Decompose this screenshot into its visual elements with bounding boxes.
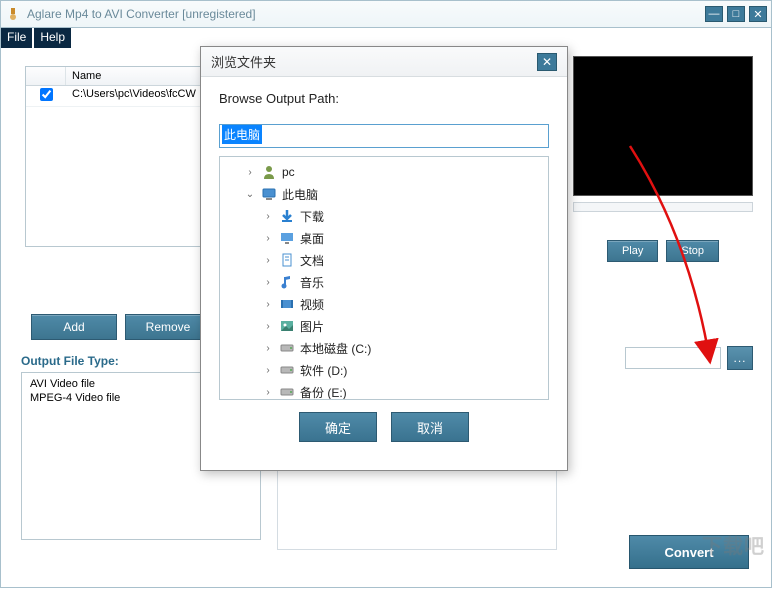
tree-node-label: 备份 (E:) — [300, 384, 347, 401]
tree-node[interactable]: › 下载 — [222, 205, 546, 227]
remove-button[interactable]: Remove — [125, 314, 211, 340]
dialog-path-input[interactable]: 此电脑 — [219, 124, 549, 148]
preview-seek-bar[interactable] — [573, 202, 753, 212]
tree-node[interactable]: › 音乐 — [222, 271, 546, 293]
tree-node-label: 下载 — [300, 208, 324, 225]
pc-icon — [260, 186, 278, 202]
menu-help[interactable]: Help — [34, 28, 71, 48]
output-path-input[interactable] — [625, 347, 721, 369]
tree-node-label: 此电脑 — [282, 186, 318, 203]
tree-node-label: 桌面 — [300, 230, 324, 247]
menubar: File Help — [0, 28, 772, 48]
drive-icon — [278, 384, 296, 400]
tree-twist-icon[interactable]: › — [262, 277, 274, 288]
tree-twist-icon[interactable]: › — [262, 321, 274, 332]
dialog-close-button[interactable]: ✕ — [537, 53, 557, 71]
titlebar: Aglare Mp4 to AVI Converter [unregistere… — [0, 0, 772, 28]
drive-icon — [278, 340, 296, 356]
tree-node-label: 视频 — [300, 296, 324, 313]
tree-node-label: 本地磁盘 (C:) — [300, 340, 371, 357]
dialog-label: Browse Output Path: — [219, 91, 549, 106]
tree-node-label: 图片 — [300, 318, 324, 335]
video-icon — [278, 296, 296, 312]
close-button[interactable]: ✕ — [749, 6, 767, 22]
tree-node-label: 文档 — [300, 252, 324, 269]
tree-twist-icon[interactable]: › — [262, 365, 274, 376]
download-icon — [278, 208, 296, 224]
tree-node[interactable]: › 视频 — [222, 293, 546, 315]
tree-node[interactable]: ⌄ 此电脑 — [222, 183, 546, 205]
output-file-type-label: Output File Type: — [21, 354, 119, 368]
tree-twist-icon[interactable]: › — [262, 299, 274, 310]
tree-node[interactable]: › pc — [222, 161, 546, 183]
tree-node-label: pc — [282, 165, 295, 179]
tree-node[interactable]: › 备份 (E:) — [222, 381, 546, 400]
maximize-button[interactable]: □ — [727, 6, 745, 22]
tree-twist-icon[interactable]: › — [262, 387, 274, 398]
tree-node[interactable]: › 文档 — [222, 249, 546, 271]
stop-button[interactable]: Stop — [666, 240, 719, 262]
tree-node[interactable]: › 桌面 — [222, 227, 546, 249]
drive-icon — [278, 362, 296, 378]
browse-folder-dialog: 浏览文件夹 ✕ Browse Output Path: 此电脑 ›pc⌄此电脑›… — [200, 46, 568, 471]
window-title: Aglare Mp4 to AVI Converter [unregistere… — [27, 7, 705, 21]
tree-twist-icon[interactable]: › — [262, 233, 274, 244]
tree-node-label: 音乐 — [300, 274, 324, 291]
doc-icon — [278, 252, 296, 268]
desktop-icon — [278, 230, 296, 246]
user-icon — [260, 164, 278, 180]
add-button[interactable]: Add — [31, 314, 117, 340]
pic-icon — [278, 318, 296, 334]
tree-node[interactable]: › 软件 (D:) — [222, 359, 546, 381]
play-button[interactable]: Play — [607, 240, 658, 262]
checkbox-column-header[interactable] — [26, 67, 66, 85]
row-checkbox[interactable] — [40, 88, 53, 101]
tree-twist-icon[interactable]: › — [262, 343, 274, 354]
dialog-title: 浏览文件夹 — [211, 52, 537, 71]
tree-twist-icon[interactable]: › — [262, 211, 274, 222]
video-preview — [573, 56, 753, 196]
tree-twist-icon[interactable]: › — [244, 167, 256, 178]
watermark: 下载吧 — [702, 530, 765, 559]
dialog-ok-button[interactable]: 确定 — [299, 412, 377, 442]
folder-tree[interactable]: › pc ⌄ 此电脑 › 下载 › 桌面 › 文档 › 音乐 › 视频 › 图片 › 本地磁盘 (C:) › 软件 (… — [219, 156, 549, 400]
tree-node[interactable]: › 图片 — [222, 315, 546, 337]
tree-node[interactable]: › 本地磁盘 (C:) — [222, 337, 546, 359]
minimize-button[interactable]: — — [705, 6, 723, 22]
menu-file[interactable]: File — [1, 28, 32, 48]
tree-twist-icon[interactable]: ⌄ — [244, 189, 256, 200]
dialog-cancel-button[interactable]: 取消 — [391, 412, 469, 442]
browse-button[interactable]: ... — [727, 346, 753, 370]
music-icon — [278, 274, 296, 290]
tree-node-label: 软件 (D:) — [300, 362, 347, 379]
app-icon — [5, 6, 21, 22]
tree-twist-icon[interactable]: › — [262, 255, 274, 266]
